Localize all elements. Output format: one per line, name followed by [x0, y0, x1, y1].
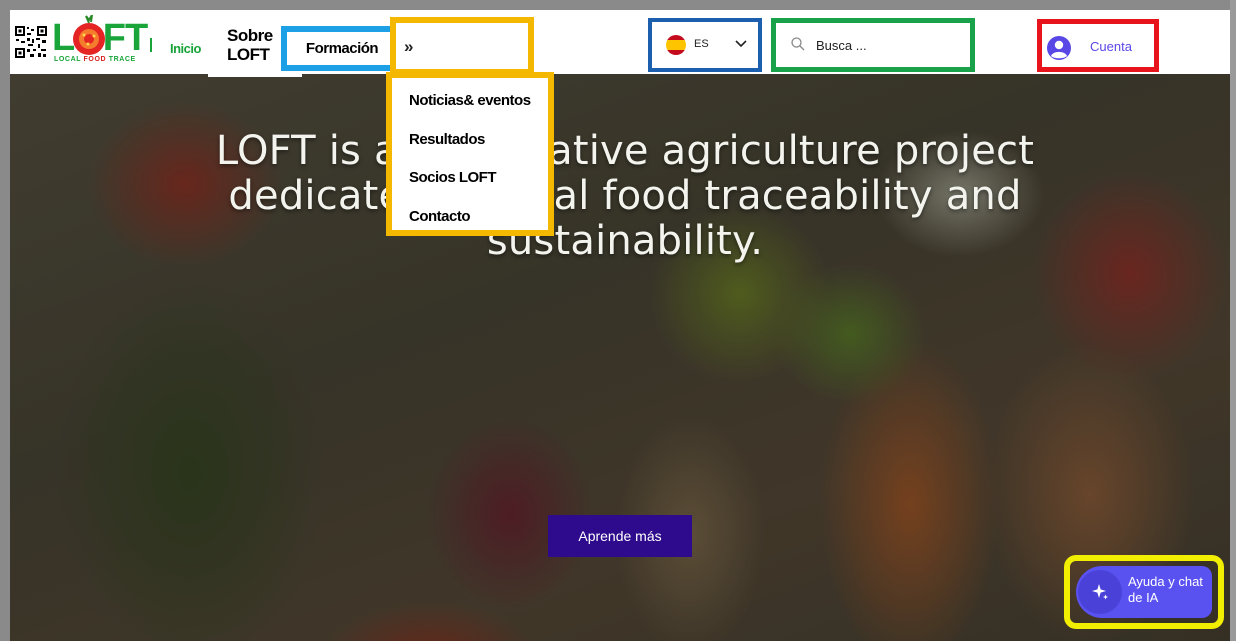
chevron-down-icon — [735, 40, 747, 48]
spain-flag-icon — [666, 35, 686, 55]
account-button[interactable]: Cuenta — [1037, 19, 1159, 72]
ai-chat-label: Ayuda y chat de IA — [1128, 574, 1203, 605]
language-selector[interactable]: ES — [648, 18, 762, 72]
tagline-trace: TRACE — [108, 56, 136, 63]
sparkle-icon — [1092, 584, 1108, 600]
tomato-icon — [73, 15, 105, 55]
nav-item-formacion[interactable]: Formación — [281, 26, 403, 71]
tagline-food: FOOD — [83, 56, 107, 63]
user-avatar-icon — [1047, 36, 1071, 60]
nav-divider — [150, 38, 152, 52]
hero-title: LOFT is an innovative agriculture projec… — [215, 128, 1035, 264]
nav-more-menu[interactable]: » — [390, 17, 534, 75]
ai-chat-button[interactable]: Ayuda y chat de IA — [1076, 566, 1212, 618]
window-frame-left — [0, 0, 10, 641]
ai-icon-circle — [1078, 570, 1122, 614]
qr-code-icon — [14, 25, 48, 59]
dropdown-item-socios[interactable]: Socios LOFT — [392, 164, 548, 203]
nav-item-inicio[interactable]: Inicio — [170, 41, 201, 56]
ai-chat-widget: Ayuda y chat de IA — [1064, 555, 1224, 629]
window-frame-right — [1230, 0, 1236, 641]
double-chevron-right-icon: » — [404, 37, 414, 56]
search-input[interactable] — [816, 35, 956, 55]
account-label: Cuenta — [1090, 39, 1132, 54]
page: LOFT is an innovative agriculture projec… — [0, 0, 1236, 641]
search-icon — [791, 37, 805, 51]
tagline-local: LOCAL — [54, 56, 81, 63]
learn-more-button[interactable]: Aprende más — [548, 515, 692, 557]
hero-section: LOFT is an innovative agriculture projec… — [10, 74, 1230, 641]
logo-tagline: LOCAL FOOD TRACE — [54, 56, 136, 63]
language-code: ES — [694, 38, 709, 50]
dropdown-item-resultados[interactable]: Resultados — [392, 126, 548, 165]
nav-dropdown-menu: Noticias& eventos Resultados Socios LOFT… — [386, 72, 554, 236]
dropdown-item-noticias[interactable]: Noticias& eventos — [392, 87, 548, 126]
loft-logo[interactable]: LOFT LOCAL FOOD TRACE — [14, 15, 148, 65]
window-frame-top — [0, 0, 1236, 10]
search-bar[interactable] — [771, 18, 975, 72]
dropdown-item-contacto[interactable]: Contacto — [392, 203, 548, 242]
nav-item-formacion-label: Formación — [305, 40, 379, 57]
